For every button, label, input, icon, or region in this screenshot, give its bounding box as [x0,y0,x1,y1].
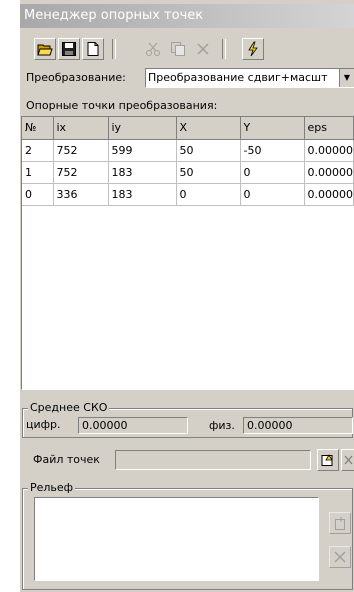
points-file-label: Файл точек [33,453,100,466]
open-button[interactable] [34,38,56,60]
table-cell[interactable]: 0.00000 [304,161,354,184]
points-caption: Опорные точки преобразования: [26,99,218,112]
save-disk-icon [62,42,76,56]
delete-x-icon [344,455,353,465]
table-row[interactable]: 0 336 183 0 0 0.00000 [22,183,354,206]
transform-select[interactable]: Преобразование сдвиг+масшт ▼ [145,68,354,88]
table-cell[interactable]: 0 [240,161,305,184]
table-cell[interactable]: 599 [108,139,177,162]
table-cell[interactable]: 50 [176,139,241,162]
window-title: Менеджер опорных точек [20,4,354,28]
new-button[interactable] [82,38,104,60]
open-folder-icon [321,454,333,466]
relief-title: Рельеф [28,481,76,494]
column-header[interactable]: X [176,117,241,140]
table-cell[interactable]: 0 [240,183,305,206]
sko-title: Среднее СКО [28,401,110,414]
transform-select-value: Преобразование сдвиг+масшт [148,71,328,84]
table-cell[interactable]: 752 [53,139,109,162]
points-table[interactable]: № ix iy X Y eps 2 752 599 50 -50 0.00000 [21,116,354,390]
table-cell[interactable]: 183 [108,161,177,184]
table-cell[interactable]: 0 [22,183,54,206]
toolbar-separator [112,39,116,59]
cut-icon [146,42,160,56]
relief-add-button[interactable] [329,512,351,534]
toolbar-separator [222,39,226,59]
chevron-down-icon[interactable]: ▼ [339,69,354,87]
delete-x-icon [197,43,209,55]
open-folder-icon [37,44,53,56]
table-cell[interactable]: 336 [53,183,109,206]
column-header[interactable]: Y [240,117,305,140]
table-row[interactable]: 2 752 599 50 -50 0.00000 [22,139,354,162]
sko-digital-label: цифр. [26,418,61,431]
column-header[interactable]: № [22,117,54,140]
delete-button[interactable] [192,38,214,60]
sko-physical-field: 0.00000 [243,417,353,434]
relief-delete-button[interactable] [329,546,351,568]
copy-icon [171,42,185,56]
save-button[interactable] [58,38,80,60]
cut-button[interactable] [142,38,164,60]
table-header-row: № ix iy X Y eps [22,117,354,140]
points-file-field[interactable] [115,450,311,470]
table-cell[interactable]: 2 [22,139,54,162]
table-cell[interactable]: 183 [108,183,177,206]
column-header[interactable]: ix [53,117,109,140]
table-row[interactable]: 1 752 183 50 0 0.00000 [22,161,354,184]
table-cell[interactable]: 0 [176,183,241,206]
table-cell[interactable]: 50 [176,161,241,184]
delete-x-icon [334,551,346,563]
new-document-icon [87,42,99,56]
toolbar [20,36,354,64]
add-file-icon [335,517,345,530]
transform-label: Преобразование: [26,71,126,84]
lightning-icon [248,41,258,57]
sko-physical-label: физ. [209,419,235,432]
ground-control-points-window: Менеджер опорных точек Преобразование: П… [19,0,354,592]
browse-file-button[interactable] [317,449,339,471]
copy-button[interactable] [167,38,189,60]
column-header[interactable]: iy [108,117,177,140]
table-cell[interactable]: 0.00000 [304,183,354,206]
sko-digital-field: 0.00000 [78,417,188,434]
table-cell[interactable]: 0.00000 [304,139,354,162]
table-cell[interactable]: -50 [240,139,305,162]
clear-file-button[interactable] [341,449,354,471]
relief-list[interactable] [34,497,319,581]
table-cell[interactable]: 752 [53,161,109,184]
calculate-button[interactable] [242,38,264,60]
column-header[interactable]: eps [304,117,354,140]
table-cell[interactable]: 1 [22,161,54,184]
